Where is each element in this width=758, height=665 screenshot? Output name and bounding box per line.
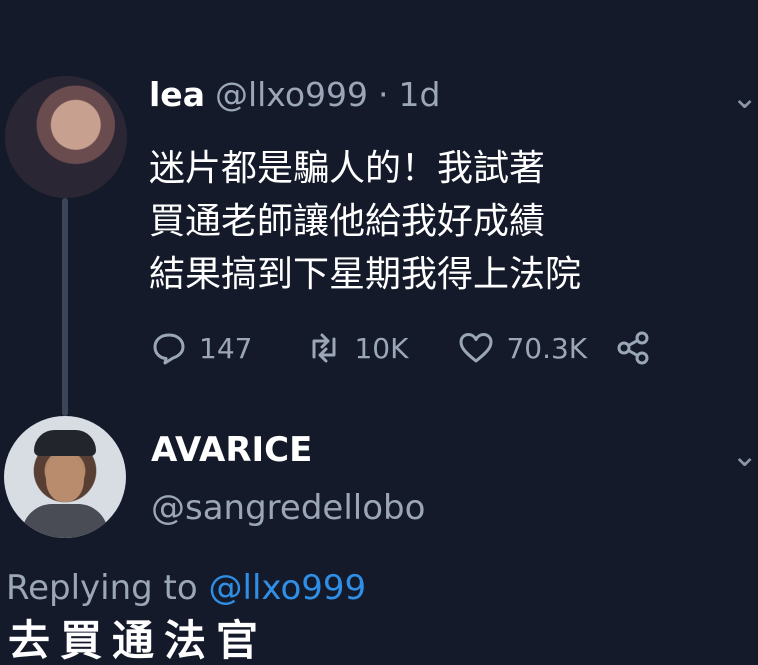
avatar-shirt [22,504,108,538]
reply-icon [153,333,185,365]
reply-author-handle[interactable]: @sangredellobo [151,488,425,528]
avatar-face [46,454,84,502]
chevron-down-icon[interactable]: ⌄ [731,436,758,474]
tweet-actions: 147 10K 70.3K [151,326,651,370]
reply-action[interactable]: 147 [151,331,252,365]
chevron-down-icon[interactable]: ⌄ [731,78,758,116]
retweet-icon [312,333,336,363]
replying-to: Replying to @llxo999 [6,568,366,608]
avatar-avarice[interactable] [4,416,126,538]
avatar-lea[interactable] [5,76,127,198]
thread-line [62,198,68,416]
tweet-author-handle[interactable]: @llxo999 [215,75,368,114]
tweet-author-name[interactable]: lea [149,75,205,114]
share-action[interactable] [615,331,651,365]
share-icon [617,331,649,365]
retweet-action[interactable]: 10K [306,331,408,365]
replying-prefix: Replying to [6,568,209,608]
heart-icon [459,333,493,363]
tweet-text: 迷片都是騙人的！我試著 買通老師讓他給我好成績 結果搞到下星期我得上法院 [149,148,582,295]
like-action[interactable]: 70.3K [458,331,587,365]
avatar-cap [34,430,96,456]
like-count: 70.3K [506,331,588,365]
reply-author-name[interactable]: AVARICE [151,430,312,470]
reply-text-partial: 去買通法官 [8,616,269,665]
tweet-header: lea @llxo999 · 1d [149,70,440,118]
separator-dot: · [378,74,389,114]
retweet-count: 10K [354,331,409,365]
reply-count: 147 [199,331,253,365]
replying-mention-link[interactable]: @llxo999 [209,568,367,608]
tweet-time[interactable]: 1d [399,75,441,114]
